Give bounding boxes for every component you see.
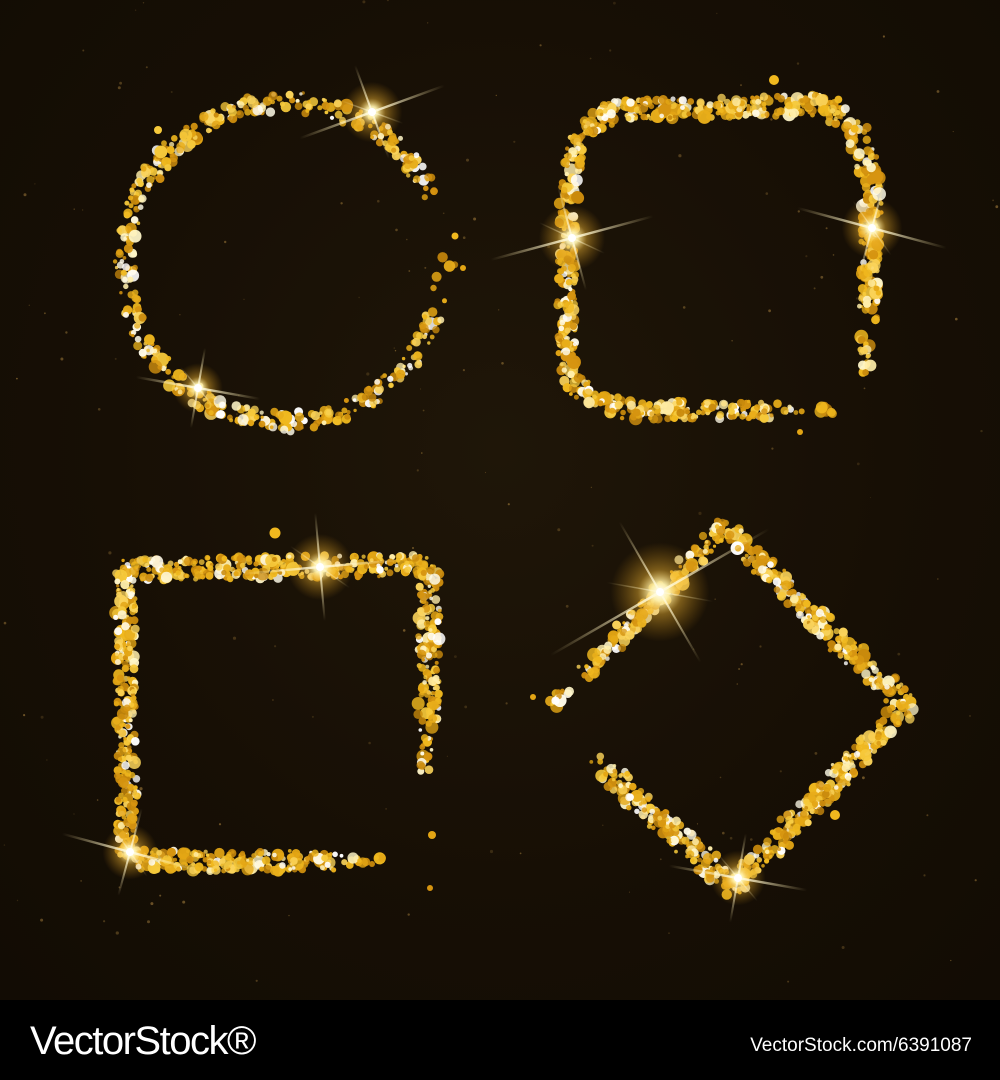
watermark-bar: VectorStock® VectorStock.com/6391087: [0, 1000, 1000, 1080]
image-id-label: VectorStock.com/6391087: [750, 1035, 972, 1056]
glitter-rounded-square-frame: [553, 75, 886, 435]
glitter-square-frame: [109, 527, 446, 891]
glitter-frames-artwork: [0, 0, 1000, 1000]
glitter-circle-frame: [112, 90, 466, 436]
glitter-rhombus-frame: [530, 517, 919, 900]
artwork-canvas: [3, 0, 999, 983]
vectorstock-logo: VectorStock®: [30, 1019, 256, 1063]
